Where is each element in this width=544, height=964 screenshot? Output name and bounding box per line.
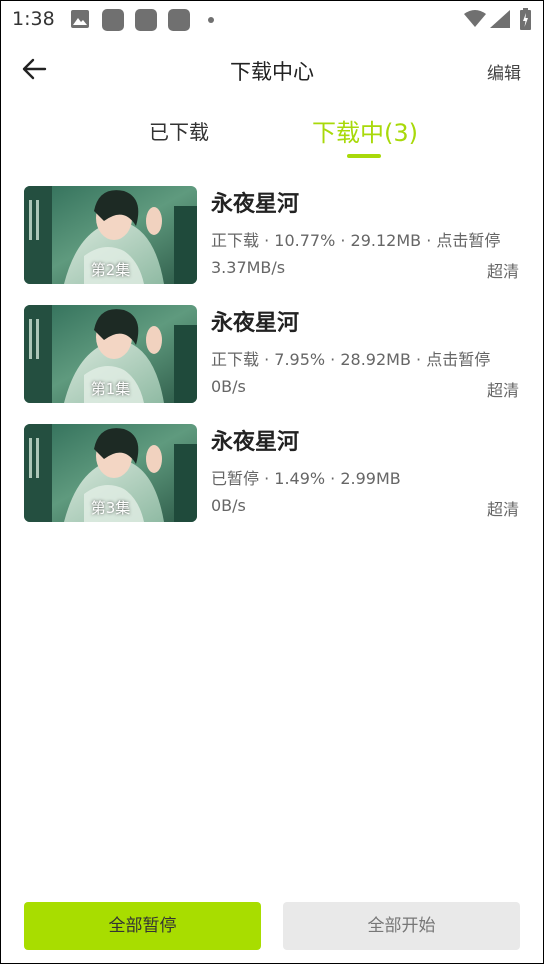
episode-label: 第3集 [90,499,131,517]
active-tab-indicator [347,154,381,158]
download-item[interactable]: 第1集 永夜星河 正下载 · 7.95% · 28.92MB · 点击暂停 0B… [0,303,544,405]
quality-label: 超清 [486,262,519,281]
page-title: 下载中心 [230,60,314,84]
download-status[interactable]: 已暂停 · 1.49% · 2.99MB [211,465,401,489]
image-icon [71,10,89,28]
video-thumbnail: 第2集 [24,186,197,284]
episode-label: 第1集 [90,380,131,398]
episode-label: 第2集 [90,261,131,279]
pause-all-button[interactable]: 全部暂停 [24,902,261,950]
item-title: 永夜星河 [211,192,300,217]
download-status[interactable]: 正下载 · 7.95% · 28.92MB · 点击暂停 [211,346,490,370]
download-speed: 3.37MB/s [211,258,286,277]
item-title: 永夜星河 [211,430,300,455]
download-status[interactable]: 正下载 · 10.77% · 29.12MB · 点击暂停 [211,227,500,251]
app-icon [135,9,157,31]
download-item[interactable]: 第3集 永夜星河 已暂停 · 1.49% · 2.99MB 0B/s 超清 [0,422,544,524]
status-time: 1:38 [12,8,55,30]
tab-downloaded[interactable]: 已下载 [149,116,209,145]
battery-icon [520,8,531,30]
tab-bar: 已下载 下载中(3) [0,108,544,160]
wifi-icon [464,10,486,27]
app-icon [102,9,124,31]
quality-label: 超清 [486,500,519,519]
tab-downloading[interactable]: 下载中(3) [312,113,418,148]
start-all-button[interactable]: 全部开始 [283,902,520,950]
edit-button[interactable]: 编辑 [487,59,521,84]
dot-icon [208,17,214,23]
download-speed: 0B/s [211,496,246,515]
download-item[interactable]: 第2集 永夜星河 正下载 · 10.77% · 29.12MB · 点击暂停 3… [0,184,544,286]
item-title: 永夜星河 [211,311,300,336]
download-speed: 0B/s [211,377,246,396]
status-bar: 1:38 [0,0,544,40]
app-icon [168,9,190,31]
app-header: 下载中心 编辑 [0,44,544,94]
video-thumbnail: 第3集 [24,424,197,522]
signal-icon [490,10,510,28]
video-thumbnail: 第1集 [24,305,197,403]
quality-label: 超清 [486,381,519,400]
